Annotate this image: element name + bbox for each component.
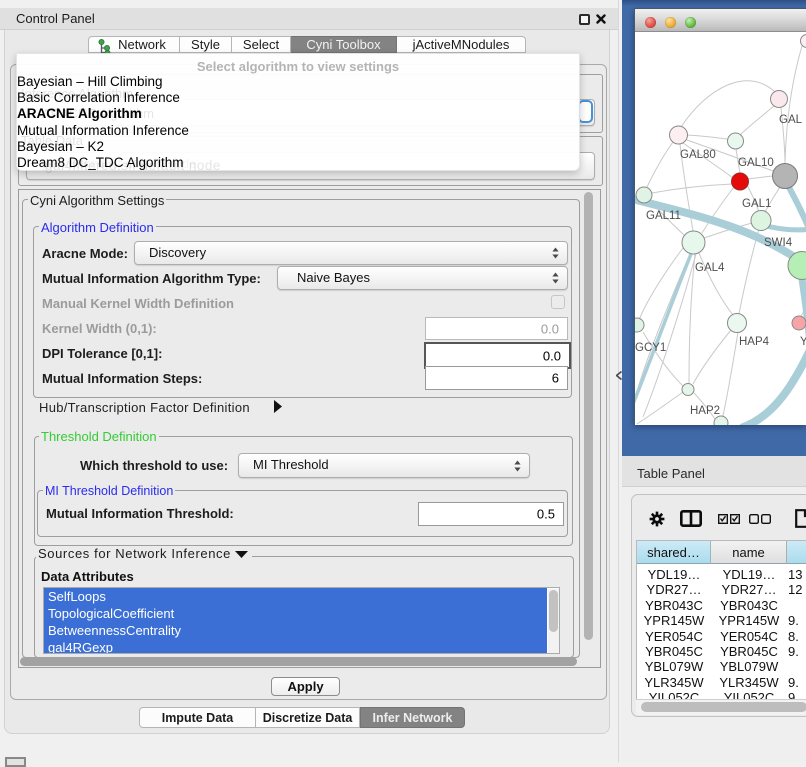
svg-text:GAL1: GAL1: [742, 198, 771, 210]
svg-text:GAL: GAL: [779, 114, 803, 126]
svg-text:Y: Y: [800, 336, 806, 348]
svg-text:GAL80: GAL80: [680, 149, 716, 161]
svg-text:GCY1: GCY1: [635, 342, 666, 354]
svg-text:GAL4: GAL4: [695, 262, 725, 274]
svg-text:HAP4: HAP4: [739, 336, 770, 348]
svg-text:GAL10: GAL10: [738, 157, 774, 169]
svg-text:HAP2: HAP2: [690, 405, 720, 417]
svg-text:SWI4: SWI4: [764, 237, 793, 249]
svg-text:GAL11: GAL11: [646, 210, 681, 222]
